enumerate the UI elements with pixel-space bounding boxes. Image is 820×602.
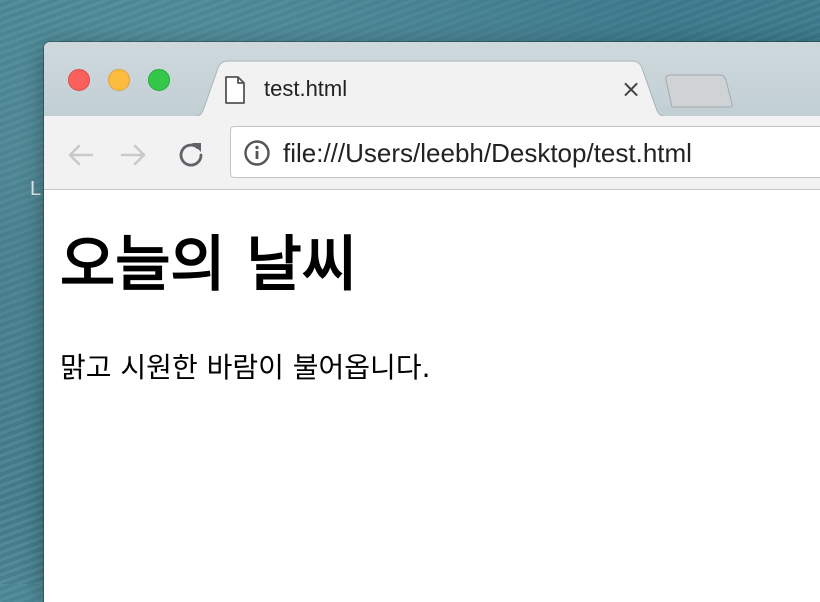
page-heading: 오늘의 날씨	[60, 230, 357, 300]
desktop-icon-label: L	[30, 178, 42, 200]
new-tab-button[interactable]	[664, 74, 734, 108]
tab-background	[190, 60, 670, 118]
file-icon	[225, 76, 245, 104]
tab-strip: test.html ×	[44, 42, 820, 118]
close-window-button[interactable]	[68, 69, 90, 91]
url-text[interactable]: file:///Users/leebh/Desktop/test.html	[283, 138, 692, 168]
address-bar[interactable]: file:///Users/leebh/Desktop/test.html	[230, 126, 820, 178]
forward-button[interactable]	[116, 138, 150, 172]
tab-test-html[interactable]: test.html ×	[190, 60, 670, 118]
browser-window: test.html × file:///Users/leebh/Desktop/…	[44, 42, 820, 602]
page-paragraph: 맑고 시원한 바람이 불어옵니다.	[60, 351, 431, 384]
reload-button[interactable]	[174, 138, 208, 172]
back-button[interactable]	[64, 138, 98, 172]
page-content: 오늘의 날씨 맑고 시원한 바람이 불어옵니다.	[44, 190, 820, 602]
zoom-window-button[interactable]	[148, 69, 170, 91]
browser-toolbar: file:///Users/leebh/Desktop/test.html	[44, 116, 820, 190]
close-tab-button[interactable]: ×	[618, 76, 644, 102]
info-icon[interactable]	[243, 139, 271, 167]
tab-title: test.html	[264, 76, 348, 101]
minimize-window-button[interactable]	[108, 69, 130, 91]
